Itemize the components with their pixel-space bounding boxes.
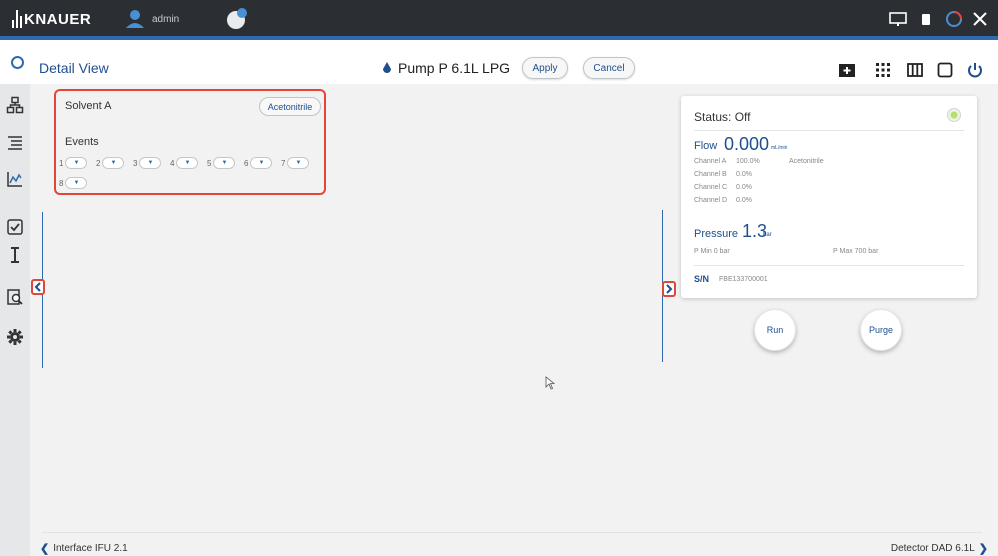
checkbox-icon[interactable]: [6, 218, 24, 236]
previous-device-link[interactable]: ❮ Interface IFU 2.1: [40, 542, 128, 555]
solvent-label: Solvent A: [65, 100, 112, 112]
event-number: 5: [207, 158, 212, 168]
event-toggle-5[interactable]: 5 ▼: [207, 156, 236, 170]
chevron-down-icon: ▼: [250, 157, 273, 169]
channel-percent: 0.0%: [736, 171, 752, 178]
event-toggle-3[interactable]: 3 ▼: [133, 156, 162, 170]
event-number: 3: [133, 158, 138, 168]
notifications-icon[interactable]: [224, 6, 250, 32]
event-toggle-6[interactable]: 6 ▼: [244, 156, 273, 170]
brand-logo: KNAUER: [24, 11, 92, 28]
event-number: 6: [244, 158, 249, 168]
device-status-icon[interactable]: [916, 9, 936, 29]
chevron-down-icon: ▼: [176, 157, 199, 169]
chevron-right-icon: ❯: [978, 543, 988, 555]
event-toggle-7[interactable]: 7 ▼: [281, 156, 310, 170]
event-number: 4: [170, 158, 175, 168]
pump-drop-icon: [383, 62, 391, 73]
channel-percent: 0.0%: [736, 184, 752, 191]
single-view-icon[interactable]: [936, 61, 954, 79]
pressure-max: P Max 700 bar: [833, 248, 879, 255]
knauer-logo-icon: [12, 10, 22, 28]
channel-percent: 100.0%: [736, 158, 760, 165]
divider: [694, 265, 964, 266]
top-bar: KNAUER admin: [0, 0, 998, 40]
channel-solvent: Acetonitrile: [789, 158, 824, 165]
pressure-unit: bar: [763, 232, 772, 238]
previous-device-label: Interface IFU 2.1: [53, 543, 128, 554]
event-number: 2: [96, 158, 101, 168]
app-status-icon: [11, 56, 24, 69]
settings-gear-icon[interactable]: [6, 328, 24, 346]
divider: [694, 130, 964, 131]
close-icon[interactable]: [970, 9, 990, 29]
serial-label: S/N: [694, 274, 710, 284]
event-toggle-2[interactable]: 2 ▼: [96, 156, 125, 170]
solvent-events-panel: Solvent A Acetonitrile Events 1 ▼ 2 ▼ 3 …: [54, 89, 326, 195]
pressure-min: P Min 0 bar: [694, 248, 730, 255]
power-icon[interactable]: [966, 61, 984, 79]
device-name: Pump P 6.1L LPG: [398, 60, 511, 76]
event-number: 1: [59, 158, 64, 168]
flow-unit: mL/min: [771, 145, 788, 151]
footer-divider: [42, 532, 982, 533]
flow-label: Flow: [694, 140, 718, 152]
events-label: Events: [65, 136, 99, 148]
view-header: Detail View Pump P 6.1L LPG Apply Cancel: [0, 40, 998, 84]
pressure-label: Pressure: [694, 228, 739, 240]
chevron-down-icon: ▼: [139, 157, 162, 169]
event-toggle-1[interactable]: 1 ▼: [59, 156, 88, 170]
chart-icon[interactable]: [6, 170, 24, 188]
collapse-left-button[interactable]: [31, 279, 45, 295]
event-number: 8: [59, 178, 64, 188]
status-panel: Status: Off Flow 0.000 mL/min Channel A …: [681, 96, 977, 298]
chevron-down-icon: ▼: [213, 157, 236, 169]
purge-button[interactable]: Purge: [860, 309, 902, 351]
event-number: 7: [281, 158, 286, 168]
channel-percent: 0.0%: [736, 197, 752, 204]
page-title: Detail View: [39, 60, 109, 76]
flow-value: 0.000: [724, 134, 770, 154]
next-device-link[interactable]: Detector DAD 6.1L ❯: [891, 542, 988, 555]
channel-name: Channel C: [694, 184, 728, 191]
chevron-down-icon: ▼: [65, 157, 88, 169]
chevron-left-icon: ❮: [40, 543, 50, 555]
channel-name: Channel B: [694, 171, 727, 178]
chevron-down-icon: ▼: [102, 157, 125, 169]
event-toggle-4[interactable]: 4 ▼: [170, 156, 199, 170]
chevron-right-icon: [666, 284, 673, 294]
search-document-icon[interactable]: [6, 288, 24, 306]
collapse-right-button[interactable]: [662, 281, 676, 297]
grid-view-icon[interactable]: [874, 61, 892, 79]
status-led-icon: [947, 108, 961, 122]
channel-name: Channel A: [694, 158, 727, 165]
chevron-down-icon: ▼: [287, 157, 310, 169]
event-toggle-8[interactable]: 8 ▼: [59, 176, 88, 190]
screen-share-icon[interactable]: [888, 9, 908, 29]
serial-value: FBE133700001: [719, 276, 768, 283]
cancel-button[interactable]: Cancel: [583, 57, 635, 79]
columns-view-icon[interactable]: [906, 61, 924, 79]
hierarchy-icon[interactable]: [6, 96, 24, 114]
apply-button[interactable]: Apply: [522, 57, 568, 79]
chevron-down-icon: ▼: [65, 177, 88, 189]
channel-name: Channel D: [694, 197, 728, 204]
next-device-label: Detector DAD 6.1L: [890, 543, 975, 554]
power-status-icon[interactable]: [944, 9, 964, 29]
chevron-left-icon: [34, 282, 41, 292]
run-button[interactable]: Run: [754, 309, 796, 351]
solvent-select[interactable]: Acetonitrile: [259, 97, 321, 116]
mouse-cursor-icon: [545, 376, 555, 390]
add-window-icon[interactable]: [838, 61, 856, 79]
column-icon[interactable]: [6, 246, 24, 264]
user-name[interactable]: admin: [152, 14, 179, 25]
list-tree-icon[interactable]: [6, 134, 24, 152]
user-icon[interactable]: [124, 8, 146, 30]
status-title: Status: Off: [694, 110, 751, 124]
left-sidebar: [0, 84, 30, 556]
